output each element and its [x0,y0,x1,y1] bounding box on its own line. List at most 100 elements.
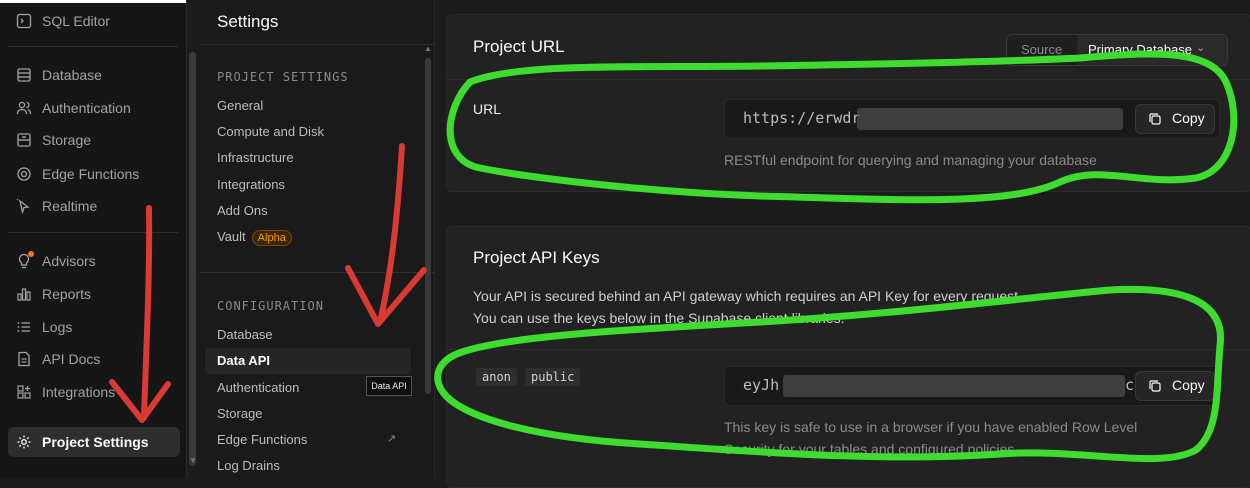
settings-divider [199,272,434,273]
nav-item-api-docs[interactable]: API Docs [8,344,180,374]
nav-item-label: API Docs [42,351,101,367]
card-divider [447,79,1250,80]
settings-item-authentication[interactable]: Authentication [217,380,299,395]
key-tag-public: public [525,368,581,386]
settings-item-general[interactable]: General [217,98,263,113]
nav-item-sql-editor[interactable]: SQL Editor [8,6,180,36]
terminal-icon [14,11,34,31]
api-keys-card: Project API Keys Your API is secured beh… [446,226,1250,488]
url-value: https://erwdr [743,109,861,127]
document-icon [14,349,34,369]
archive-icon [14,130,34,150]
alpha-badge: Alpha [251,230,292,246]
primary-sidebar: SQL Editor Database Authentication Stora… [0,0,187,478]
copy-label: Copy [1172,377,1205,393]
source-label: Source [1021,42,1063,57]
copy-url-button[interactable]: Copy [1135,104,1215,134]
nav-item-integrations[interactable]: Integrations [8,377,180,407]
nav-item-edge-functions[interactable]: Edge Functions [8,159,180,189]
edge-functions-icon [14,164,34,184]
settings-item-label: Data API [217,353,270,368]
section-label-project-settings: PROJECT SETTINGS [217,70,349,84]
nav-item-advisors[interactable]: Advisors [8,246,180,276]
api-key-tail: c [1125,376,1135,394]
source-selector[interactable]: Source Primary Database ⌄ [1006,34,1228,66]
settings-item-label: Edge Functions [217,432,308,447]
nav-item-label: SQL Editor [42,13,110,29]
redacted-blur [783,375,1125,397]
nav-item-label: Reports [42,286,92,302]
settings-sidebar: Settings PROJECT SETTINGS General Comput… [199,0,435,478]
gear-icon [14,432,34,452]
settings-item-infrastructure[interactable]: Infrastructure [217,150,294,165]
source-dropdown[interactable]: Primary Database ⌄ [1077,35,1227,65]
nav-item-label: Project Settings [42,434,149,450]
nav-item-label: Storage [42,132,92,148]
source-value: Primary Database [1088,42,1193,57]
users-icon [14,98,34,118]
nav-item-project-settings[interactable]: Project Settings [8,427,180,457]
settings-item-edge-functions[interactable]: Edge Functions [217,432,307,447]
copy-icon [1148,379,1162,396]
redacted-blur [857,108,1123,130]
nav-item-database[interactable]: Database [8,60,180,90]
description-line: Your API is secured behind an API gatewa… [473,288,1022,304]
nav-item-label: Realtime [42,198,98,214]
nav-divider [8,232,178,233]
chevron-down-icon: ⌄ [1196,42,1206,54]
card-title: Project URL [473,37,565,56]
nav-item-label: Advisors [42,253,96,269]
external-link-icon: ↗ [387,433,397,445]
settings-header-divider [199,44,434,45]
nav-divider [8,46,178,47]
settings-item-integrations[interactable]: Integrations [217,177,285,192]
copy-icon [1148,112,1162,129]
nav-item-label: Edge Functions [42,166,140,182]
tooltip: Data API [366,376,412,396]
section-label-configuration: CONFIGURATION [217,299,324,313]
main-content: Project URL Source Primary Database ⌄ UR… [436,0,1250,488]
card-divider [447,349,1250,350]
primary-sidebar-scrollbar[interactable] [189,52,196,466]
nav-item-reports[interactable]: Reports [8,279,180,309]
description-line: You can use the keys below in the Supaba… [473,310,845,326]
settings-item-log-drains[interactable]: Log Drains [217,458,280,473]
nav-item-realtime[interactable]: Realtime [8,191,180,221]
scroll-down-arrow-icon[interactable]: ▼ [189,456,197,465]
list-icon [14,317,34,337]
window-top-edge [0,0,186,3]
api-keys-description: Your API is secured behind an API gatewa… [473,285,1022,329]
nav-item-label: Database [42,67,102,83]
nav-item-label: Authentication [42,100,131,116]
field-label-url: URL [473,101,502,117]
settings-title: Settings [217,12,279,31]
nav-item-label: Logs [42,319,73,335]
help-line: Security for your tables and configured … [724,441,1019,457]
nav-item-logs[interactable]: Logs [8,312,180,342]
settings-item-add-ons[interactable]: Add Ons [217,203,268,218]
settings-item-data-api[interactable]: Data API [205,348,411,374]
url-help-text: RESTful endpoint for querying and managi… [724,152,1097,168]
lightbulb-icon [14,251,34,271]
url-field[interactable]: https://erwdr Copy [724,99,1220,139]
scroll-up-arrow-icon[interactable]: ▲ [424,44,432,53]
cursor-icon [14,196,34,216]
nav-item-authentication[interactable]: Authentication [8,93,180,123]
project-url-card: Project URL Source Primary Database ⌄ UR… [446,14,1250,192]
settings-item-storage[interactable]: Storage [217,406,263,421]
help-line: This key is safe to use in a browser if … [724,419,1138,435]
settings-item-database[interactable]: Database [217,327,273,342]
database-icon [14,65,34,85]
settings-sidebar-scrollbar[interactable] [425,58,431,394]
copy-key-button[interactable]: Copy [1135,371,1215,401]
settings-item-compute-and-disk[interactable]: Compute and Disk [217,124,324,139]
notification-dot [28,251,34,257]
nav-item-storage[interactable]: Storage [8,125,180,155]
api-key-help-text: This key is safe to use in a browser if … [724,416,1137,460]
card-title: Project API Keys [473,248,600,267]
api-key-value: eyJh [743,376,780,394]
nav-item-label: Integrations [42,384,116,400]
settings-item-vault[interactable]: Vault Alpha [217,229,292,246]
bar-chart-icon [14,284,34,304]
api-key-field[interactable]: eyJh c Copy [724,366,1220,406]
